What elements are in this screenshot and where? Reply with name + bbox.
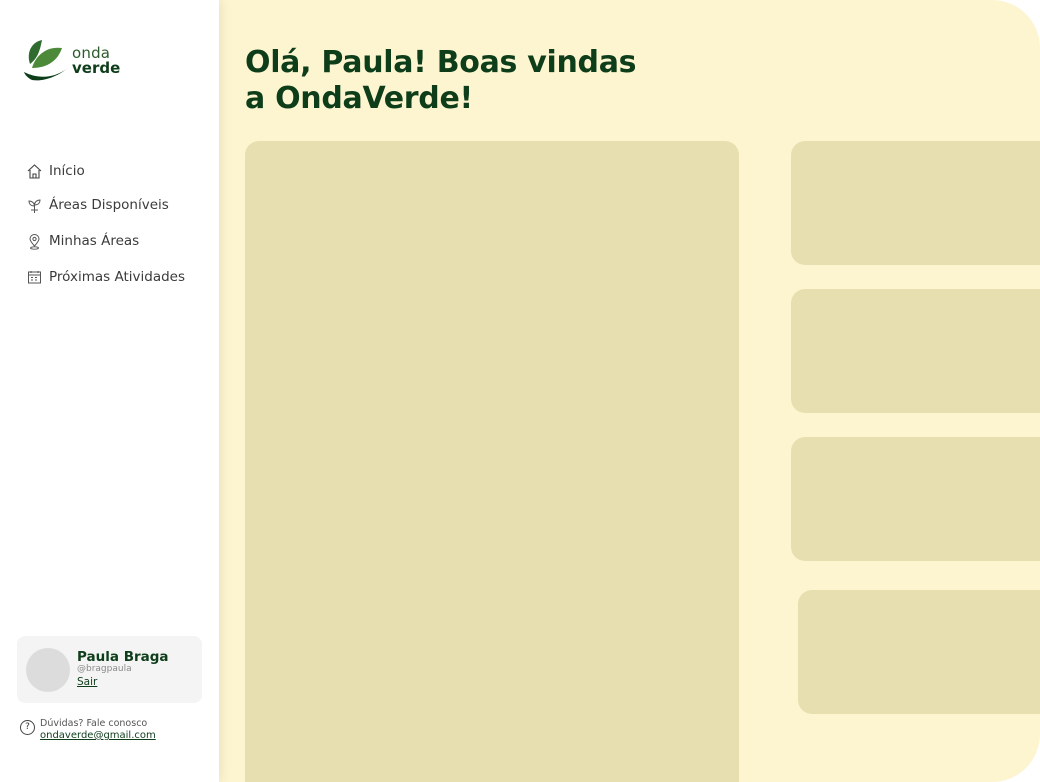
sidebar-item-label: Próximas Atividades [49, 269, 186, 285]
help-text: Dúvidas? Fale conosco [40, 718, 148, 729]
leaf-logo-icon [24, 40, 68, 81]
user-name: Paula Braga [77, 649, 169, 665]
brand-wordmark: onda verde [72, 46, 120, 76]
main-panel [245, 141, 739, 782]
user-handle: @bragpaula [77, 664, 132, 674]
sidebar: onda verde Início Áreas Disponíveis Minh… [0, 0, 219, 782]
home-icon [26, 163, 43, 180]
sidebar-item-label: Áreas Disponíveis [49, 197, 169, 213]
logout-link[interactable]: Sair [77, 676, 97, 688]
sidebar-item-proximas-atividades[interactable]: Próximas Atividades [26, 264, 185, 290]
sidebar-item-areas-disponiveis[interactable]: Áreas Disponíveis [26, 192, 185, 218]
side-card-2 [791, 289, 1040, 413]
sidebar-nav: Início Áreas Disponíveis Minhas Áreas Pr… [26, 158, 185, 300]
side-card-3 [791, 437, 1040, 561]
main-content: Olá, Paula! Boas vindas a OndaVerde! [219, 0, 1040, 782]
contact-email-link[interactable]: ondaverde@gmail.com [40, 730, 156, 741]
question-icon: ? [20, 720, 35, 735]
side-card-1 [791, 141, 1040, 265]
sidebar-item-label: Minhas Áreas [49, 233, 140, 249]
avatar [26, 648, 70, 692]
sidebar-item-inicio[interactable]: Início [26, 158, 185, 184]
sidebar-item-label: Início [49, 163, 85, 179]
user-profile-card: Paula Braga @bragpaula Sair [17, 636, 202, 703]
brand-line-2: verde [72, 59, 121, 77]
side-card-4 [798, 590, 1040, 714]
calendar-icon [26, 269, 43, 286]
sidebar-item-minhas-areas[interactable]: Minhas Áreas [26, 228, 185, 254]
brand-logo[interactable]: onda verde [22, 38, 122, 84]
plant-icon [26, 197, 43, 214]
page-title: Olá, Paula! Boas vindas a OndaVerde! [245, 45, 637, 116]
map-pin-icon [26, 233, 43, 250]
